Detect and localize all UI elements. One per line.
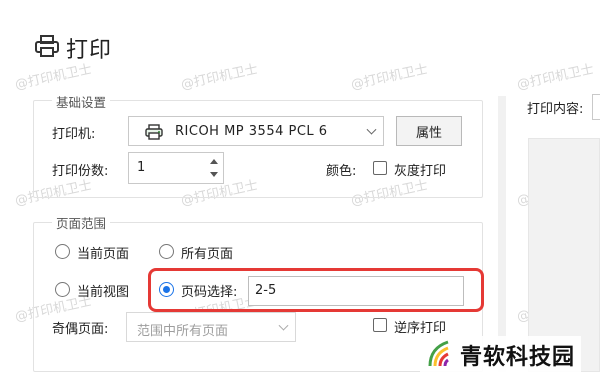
copies-stepper[interactable]: 1 [128, 152, 224, 184]
watermark-2: @打印机卫士 [179, 62, 260, 93]
vertical-scrollbar[interactable] [498, 96, 506, 372]
color-label: 颜色: [326, 164, 357, 179]
watermark-3: @打印机卫士 [349, 62, 430, 93]
print-content-select[interactable] [592, 94, 600, 120]
dialog-title: 打印 [34, 32, 112, 64]
printer-icon [34, 34, 60, 62]
print-content-label: 打印内容: [527, 102, 584, 117]
increment-arrow-icon[interactable] [210, 159, 218, 164]
page-range-legend: 页面范围 [52, 213, 111, 232]
odd-even-select[interactable]: 范围中所有页面 [126, 312, 296, 342]
page-select-label: 页码选择: [181, 285, 238, 300]
reverse-print-label: 逆序打印 [394, 321, 447, 336]
watermark-4: @打印机卫士 [515, 62, 596, 93]
copies-value: 1 [137, 160, 146, 175]
printer-select-value: RICOH MP 3554 PCL 6 [175, 124, 328, 139]
printer-label: 打印机: [52, 127, 96, 142]
all-pages-radio[interactable] [159, 244, 174, 259]
current-page-radio[interactable] [55, 244, 70, 259]
odd-even-select-value: 范围中所有页面 [137, 324, 229, 339]
page-select-radio[interactable] [159, 282, 174, 297]
chevron-down-icon [278, 320, 289, 331]
printer-select[interactable]: RICOH MP 3554 PCL 6 [128, 116, 384, 146]
current-view-radio[interactable] [55, 282, 70, 297]
decrement-arrow-icon[interactable] [210, 172, 218, 177]
chevron-down-icon [366, 124, 377, 135]
signal-logo-icon [426, 338, 456, 372]
properties-button[interactable]: 属性 [396, 116, 462, 146]
odd-even-label: 奇偶页面: [52, 322, 109, 337]
printer-device-icon [145, 124, 163, 144]
all-pages-label: 所有页面 [181, 247, 234, 262]
reverse-print-checkbox[interactable] [373, 318, 387, 332]
current-page-label: 当前页面 [77, 247, 130, 262]
current-view-label: 当前视图 [77, 285, 130, 300]
site-logo: 青软科技园 [420, 336, 582, 372]
basic-settings-legend: 基础设置 [52, 92, 111, 111]
logo-text: 青软科技园 [460, 345, 576, 370]
copies-arrows[interactable] [205, 153, 223, 183]
grayscale-checkbox[interactable] [373, 161, 387, 175]
grayscale-label: 灰度打印 [394, 164, 447, 179]
page-range-input[interactable]: 2-5 [248, 276, 464, 306]
basic-settings-group [33, 100, 483, 198]
copies-label: 打印份数: [52, 164, 109, 179]
